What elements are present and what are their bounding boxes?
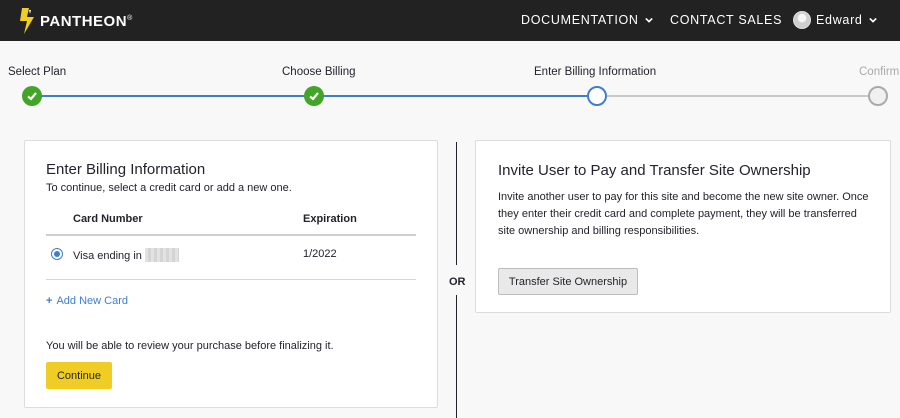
chevron-down-icon xyxy=(868,17,877,23)
transfer-ownership-card: Invite User to Pay and Transfer Site Own… xyxy=(475,140,891,313)
continue-button[interactable]: Continue xyxy=(46,362,112,389)
nav-contact-sales-label: CONTACT SALES xyxy=(670,13,783,27)
user-menu[interactable]: Edward xyxy=(793,11,877,29)
transfer-description: Invite another user to pay for this site… xyxy=(498,191,869,237)
review-note: You will be able to review your purchase… xyxy=(46,340,334,352)
add-new-card-label: Add New Card xyxy=(56,295,128,307)
step-label-select-plan: Select Plan xyxy=(8,66,67,78)
step-marker-select-plan[interactable] xyxy=(22,86,42,106)
billing-info-card: Enter Billing Information To continue, s… xyxy=(24,140,438,408)
billing-title: Enter Billing Information xyxy=(46,161,206,178)
registered-mark: ® xyxy=(127,14,133,22)
column-header-card-number: Card Number xyxy=(73,213,143,225)
step-label-confirm: Confirm xyxy=(859,66,900,78)
card-expiration: 1/2022 xyxy=(303,248,337,260)
chevron-down-icon xyxy=(644,17,653,23)
avatar xyxy=(793,11,811,29)
table-row-divider xyxy=(46,279,416,280)
or-separator: OR xyxy=(449,276,466,288)
billing-subtitle: To continue, select a credit card or add… xyxy=(46,182,292,194)
card-select-radio[interactable] xyxy=(51,248,63,260)
user-name: Edward xyxy=(816,13,863,27)
checkmark-icon xyxy=(27,92,37,101)
transfer-site-ownership-button[interactable]: Transfer Site Ownership xyxy=(498,268,638,295)
vertical-divider-bottom xyxy=(456,295,457,418)
column-header-expiration: Expiration xyxy=(303,213,357,225)
checkmark-icon xyxy=(309,92,319,101)
step-marker-confirm xyxy=(868,86,888,106)
step-marker-enter-billing xyxy=(587,86,607,106)
nav-documentation[interactable]: DOCUMENTATION xyxy=(521,13,653,27)
nav-contact-sales[interactable]: CONTACT SALES xyxy=(670,13,782,27)
step-label-choose-billing: Choose Billing xyxy=(282,66,356,78)
progress-track-remaining xyxy=(597,95,878,97)
step-marker-choose-billing[interactable] xyxy=(304,86,324,106)
top-nav: PANTHEON® DOCUMENTATION CONTACT SALES Ed… xyxy=(0,0,900,41)
redacted-card-digits xyxy=(144,248,179,262)
add-new-card-link[interactable]: + Add New Card xyxy=(46,295,128,307)
pantheon-bolt-icon xyxy=(20,8,34,34)
pantheon-logo[interactable]: PANTHEON® xyxy=(20,8,133,34)
step-label-enter-billing: Enter Billing Information xyxy=(534,66,657,78)
nav-documentation-label: DOCUMENTATION xyxy=(521,13,639,27)
table-header-divider xyxy=(46,234,416,236)
transfer-title: Invite User to Pay and Transfer Site Own… xyxy=(498,162,811,179)
vertical-divider-top xyxy=(456,142,457,265)
logo-text: PANTHEON xyxy=(40,12,128,30)
plus-icon: + xyxy=(46,295,53,307)
card-description: Visa ending in xyxy=(73,250,142,262)
